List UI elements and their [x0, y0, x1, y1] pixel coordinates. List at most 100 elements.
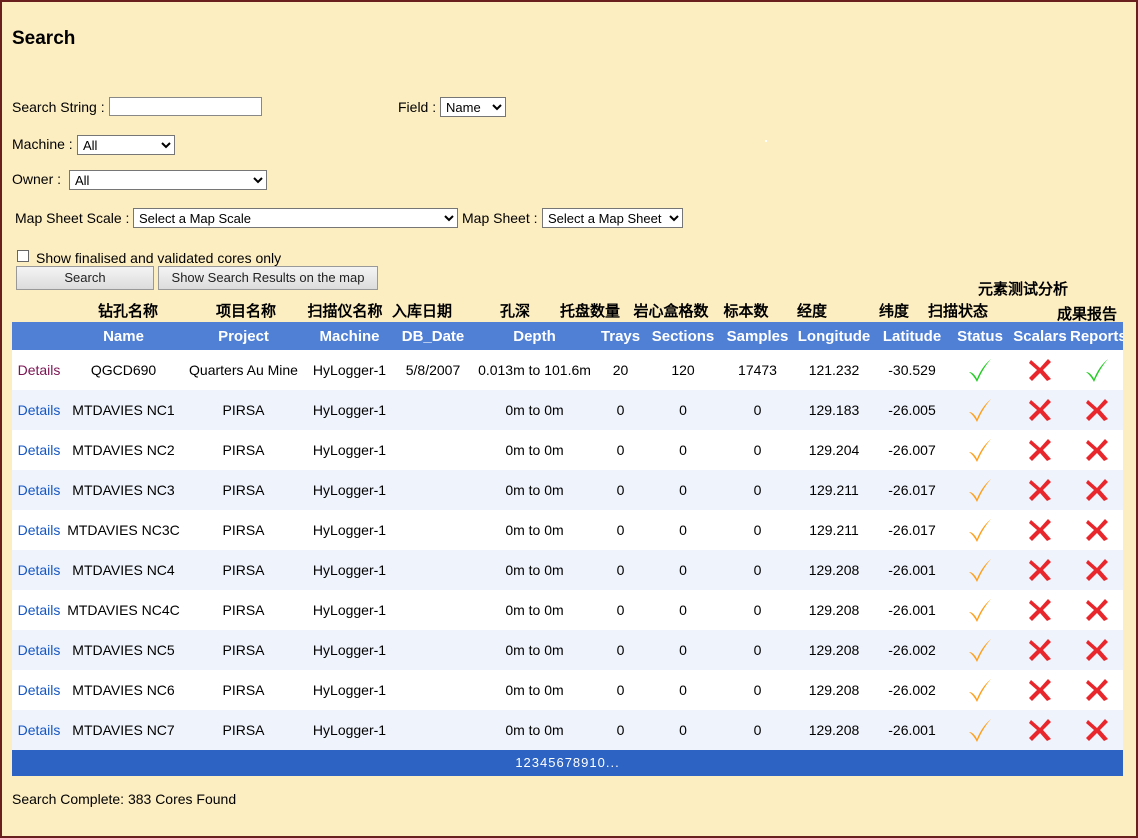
cell-depth: 0m to 0m	[505, 562, 564, 578]
cross-red-icon	[1084, 717, 1110, 743]
details-cell: Details	[12, 510, 66, 550]
cross-red-icon	[1027, 637, 1053, 663]
cell-name: MTDAVIES NC3	[72, 482, 175, 498]
details-link[interactable]: Details	[18, 482, 61, 498]
cell-trays: 0	[616, 602, 625, 618]
cell-latitude: -26.017	[888, 482, 936, 498]
cell-trays: 0	[616, 562, 625, 578]
table-row: Details QGCD690 Quarters Au Mine HyLogger-1…	[12, 350, 1123, 390]
header-reports: Reports	[1070, 322, 1123, 350]
details-link[interactable]: Details	[18, 722, 61, 738]
details-link[interactable]: Details	[18, 562, 61, 578]
search-string-input[interactable]	[109, 97, 262, 116]
cell-latitude: -26.001	[888, 602, 936, 618]
cell-machine: HyLogger-1	[312, 482, 387, 498]
table-row: Details MTDAVIES NC4C PIRSA HyLogger-1 0m to…	[12, 590, 1123, 630]
cell-reports	[1070, 550, 1123, 590]
cn-header-project: 项目名称	[215, 302, 276, 320]
cell-name: MTDAVIES NC4C	[67, 602, 180, 618]
details-cell: Details	[12, 710, 66, 750]
cell-longitude: 129.183	[808, 402, 860, 418]
cell-db-date	[393, 510, 473, 550]
details-link[interactable]: Details	[18, 642, 61, 658]
cell-samples: 0	[753, 442, 762, 458]
cell-db-date	[393, 670, 473, 710]
cell-name: MTDAVIES NC2	[72, 442, 175, 458]
header-latitude: Latitude	[874, 322, 950, 350]
cell-longitude: 129.208	[808, 642, 860, 658]
cell-status	[950, 630, 1010, 670]
cell-project: PIRSA	[222, 722, 265, 738]
table-row: Details MTDAVIES NC6 PIRSA HyLogger-1 0m to …	[12, 670, 1123, 710]
cross-red-icon	[1084, 637, 1110, 663]
cell-sections: 120	[671, 362, 695, 378]
details-link[interactable]: Details	[18, 442, 61, 458]
cn-header-machine: 扫描仪名称	[307, 302, 383, 320]
cell-sections: 0	[679, 482, 687, 498]
details-link[interactable]: Details	[18, 602, 61, 618]
details-cell: Details	[12, 470, 66, 510]
cn-header-samples: 标本数	[723, 302, 769, 320]
cell-db-date	[393, 590, 473, 630]
cell-latitude: -30.529	[888, 362, 936, 378]
cell-db-date	[393, 430, 473, 470]
cell-scalars	[1010, 590, 1070, 630]
map-sheet-select[interactable]: Select a Map Sheet	[542, 208, 683, 228]
cell-scalars	[1010, 630, 1070, 670]
cell-machine: HyLogger-1	[312, 682, 387, 698]
cross-red-icon	[1084, 397, 1110, 423]
cell-samples: 0	[753, 602, 762, 618]
cross-red-icon	[1084, 477, 1110, 503]
cross-red-icon	[1027, 597, 1053, 623]
page-title: Search	[12, 28, 76, 49]
cell-longitude: 129.208	[808, 722, 860, 738]
cell-sections: 0	[679, 602, 687, 618]
details-link[interactable]: Details	[18, 402, 61, 418]
cn-header-longitude: 经度	[796, 302, 827, 320]
finalised-checkbox[interactable]	[17, 250, 29, 262]
table-row: Details MTDAVIES NC5 PIRSA HyLogger-1 0m to …	[12, 630, 1123, 670]
map-scale-select[interactable]: Select a Map Scale	[133, 208, 458, 228]
cell-project: PIRSA	[222, 442, 265, 458]
cell-reports	[1070, 430, 1123, 470]
cell-reports	[1070, 630, 1123, 670]
cell-scalars	[1010, 550, 1070, 590]
search-string-label: Search String :	[12, 99, 105, 115]
cell-depth: 0m to 0m	[505, 482, 564, 498]
cell-samples: 0	[753, 522, 762, 538]
machine-select[interactable]: All	[77, 135, 175, 155]
owner-select[interactable]: All	[69, 170, 267, 190]
field-select[interactable]: Name	[440, 97, 506, 117]
pagination-bar[interactable]: 12345678910...	[12, 750, 1123, 776]
search-button[interactable]: Search	[16, 266, 154, 290]
cell-db-date	[393, 630, 473, 670]
cell-samples: 17473	[738, 362, 777, 378]
cell-name: QGCD690	[90, 362, 157, 378]
cell-longitude: 129.211	[809, 522, 859, 538]
header-machine: Machine	[306, 322, 393, 350]
cell-trays: 0	[616, 642, 625, 658]
details-link[interactable]: Details	[18, 682, 61, 698]
cell-sections: 0	[679, 402, 687, 418]
check-orange-icon	[967, 637, 993, 663]
cell-latitude: -26.001	[888, 562, 936, 578]
show-on-map-button[interactable]: Show Search Results on the map	[158, 266, 378, 290]
cell-reports	[1070, 510, 1123, 550]
cell-latitude: -26.001	[888, 722, 936, 738]
cell-longitude: 129.208	[808, 562, 860, 578]
cn-header-depth: 孔深	[499, 302, 530, 320]
cell-depth: 0m to 0m	[505, 722, 564, 738]
cross-red-icon	[1084, 677, 1110, 703]
cell-trays: 20	[612, 362, 629, 378]
header-project: Project	[181, 322, 306, 350]
cross-red-icon	[1027, 397, 1053, 423]
details-link[interactable]: Details	[18, 362, 61, 378]
cell-status	[950, 390, 1010, 430]
details-link[interactable]: Details	[18, 522, 61, 538]
cell-machine: HyLogger-1	[312, 642, 387, 658]
details-cell: Details	[12, 630, 66, 670]
results-table: Name Project Machine DB_Date Depth Trays…	[12, 322, 1123, 750]
cell-depth: 0m to 0m	[505, 522, 564, 538]
cell-sections: 0	[679, 682, 687, 698]
check-orange-icon	[967, 517, 993, 543]
